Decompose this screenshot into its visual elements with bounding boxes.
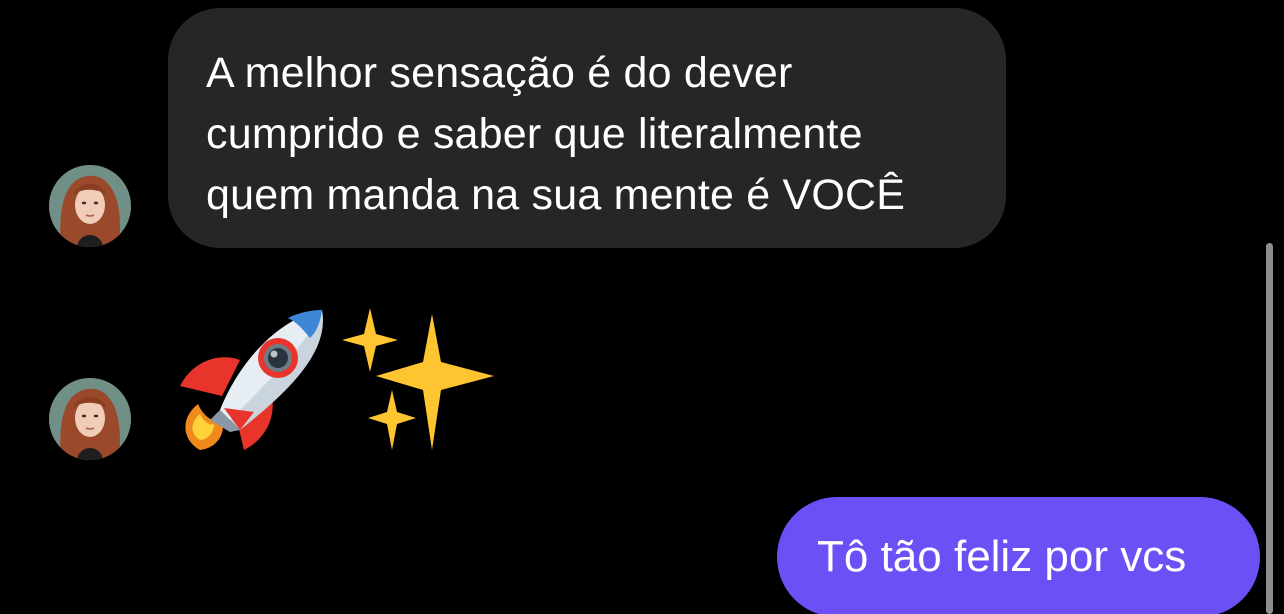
sender-avatar[interactable]: [49, 378, 131, 460]
avatar-photo-icon: [49, 165, 131, 247]
message-text-line: A melhor sensação é do dever: [206, 49, 793, 97]
vertical-scrollbar[interactable]: [1266, 243, 1273, 614]
incoming-message-bubble[interactable]: A melhor sensação é do dever cumprido e …: [168, 8, 1006, 248]
incoming-emoji-message[interactable]: [170, 300, 500, 460]
rocket-emoji-icon: [180, 310, 323, 450]
message-text-line: quem manda na sua mente é VOCÊ: [206, 171, 906, 219]
message-text: Tô tão feliz por vcs: [817, 532, 1187, 581]
outgoing-message-bubble[interactable]: Tô tão feliz por vcs: [777, 497, 1260, 614]
avatar-photo-icon: [49, 378, 131, 460]
sparkles-emoji-icon: [342, 308, 494, 450]
chat-thread[interactable]: A melhor sensação é do dever cumprido e …: [0, 0, 1284, 614]
sender-avatar[interactable]: [49, 165, 131, 247]
message-text-line: cumprido e saber que literalmente: [206, 110, 863, 158]
